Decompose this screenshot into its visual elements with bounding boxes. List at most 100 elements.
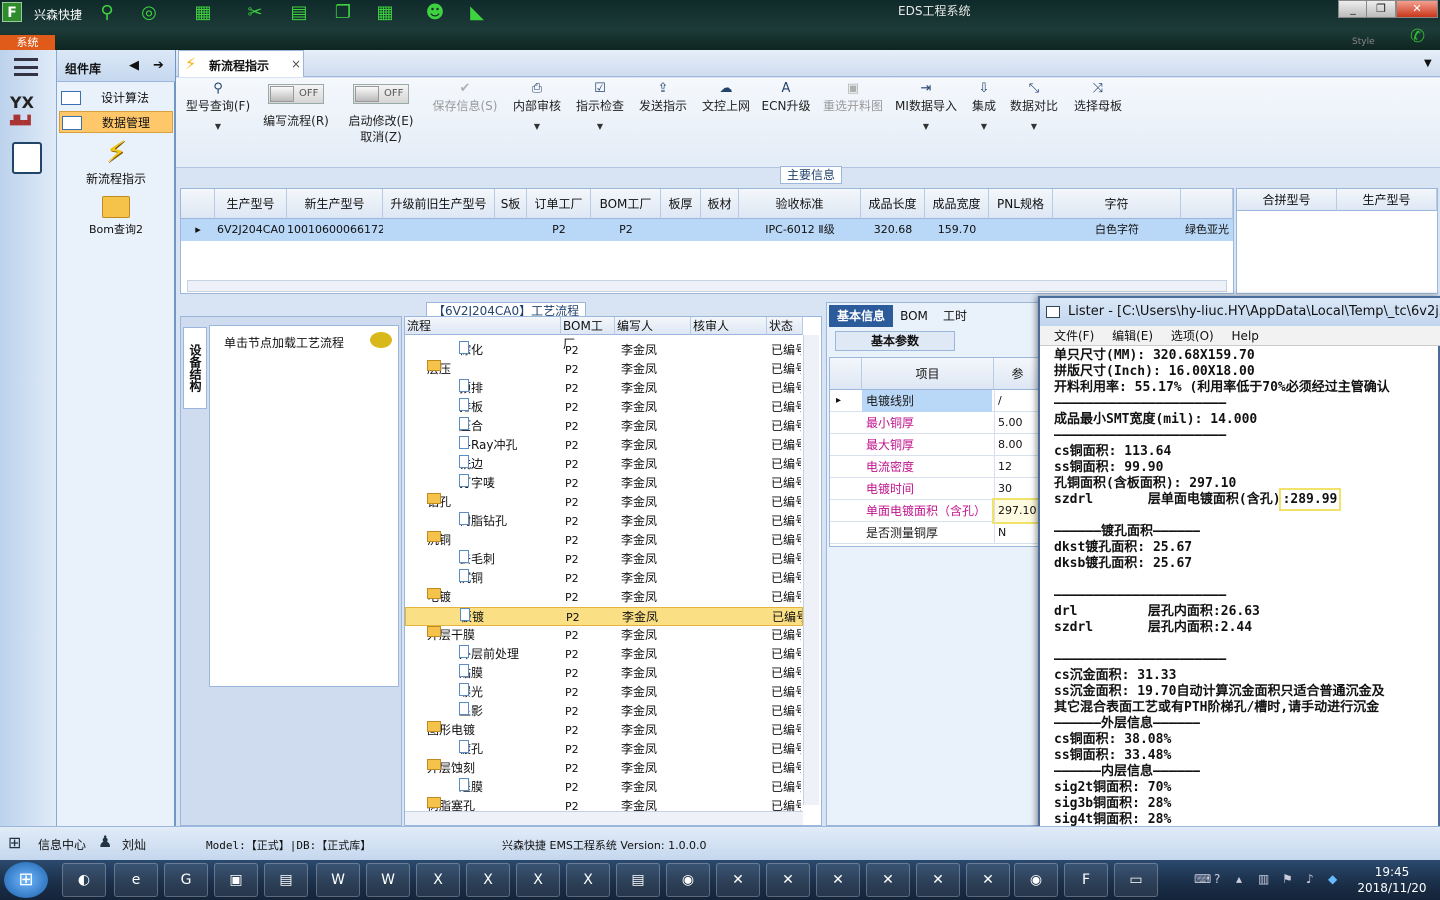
phone-icon[interactable]: ✆ [1410, 26, 1425, 47]
eye-app-icon[interactable]: ◉ [1014, 863, 1058, 897]
tab-close-icon[interactable]: × [291, 57, 301, 71]
excel-icon[interactable]: X [416, 863, 460, 897]
word-icon[interactable]: W [316, 863, 360, 897]
tray-expand-icon[interactable]: ▴ [1236, 872, 1242, 886]
minimize-button[interactable]: _ [1338, 0, 1368, 18]
col-header[interactable]: 核审人 [691, 317, 767, 335]
copy-icon[interactable]: ❐ [332, 3, 354, 23]
cad-app-icon[interactable]: ✕ [766, 863, 810, 897]
excel-icon[interactable]: X [566, 863, 610, 897]
cad-app-icon[interactable]: ✕ [816, 863, 860, 897]
tray-flag-icon[interactable]: ⚑ [1282, 872, 1293, 886]
close-button[interactable]: ✕ [1396, 0, 1438, 18]
windows-grid-icon[interactable]: ⊞ [8, 833, 21, 852]
table-cell[interactable] [383, 219, 495, 241]
param-value[interactable]: 8.00 [994, 434, 1044, 456]
col-header[interactable]: 项目 [862, 358, 994, 390]
col-header[interactable]: 验收标准 [739, 189, 861, 219]
col-header[interactable]: BOM工厂 [561, 317, 615, 351]
pin-icon[interactable]: ➔ [153, 58, 164, 73]
flow-tree-row[interactable]: 外层前处理 P2 李金凤 已编号 [405, 645, 803, 664]
user-icon[interactable]: ☻ [424, 3, 446, 23]
scissors-icon[interactable]: ✂ [244, 3, 266, 23]
g-app-icon[interactable]: G [164, 863, 208, 897]
grid-icon[interactable]: ▦ [374, 3, 396, 23]
horizontal-scrollbar[interactable] [405, 811, 803, 825]
table-cell[interactable] [495, 219, 527, 241]
menu-options[interactable]: 选项(O) [1171, 329, 1214, 343]
param-row[interactable]: 最小铜厚 5.00 [830, 412, 1042, 434]
col-header[interactable]: 参 [994, 358, 1042, 390]
integrate-button[interactable]: ⇩ 集成 ▼ [966, 80, 1002, 166]
save-info-button[interactable]: ✔ 保存信息(S) [428, 80, 502, 166]
excel-icon[interactable]: X [466, 863, 510, 897]
table-cell[interactable]: P2 [591, 219, 661, 241]
table-cell[interactable]: 绿色亚光 [1181, 219, 1233, 241]
bom-query-shortcut[interactable]: Bom查询2 [57, 192, 175, 237]
col-header[interactable]: 编写人 [615, 317, 691, 335]
menu-file[interactable]: 文件(F) [1054, 329, 1094, 343]
toggle-switch[interactable]: OFF [268, 84, 324, 104]
lister-app-icon[interactable]: ▭ [1114, 863, 1158, 897]
table-cell[interactable]: 白色字符 [1053, 219, 1181, 241]
ecn-upgrade-button[interactable]: A ECN升级 [760, 80, 812, 166]
table-cell[interactable]: 159.70 [925, 219, 989, 241]
structure-side-tab[interactable]: 设备结构 [183, 327, 207, 409]
tab-bom[interactable]: BOM [899, 305, 929, 327]
param-row[interactable]: 电流密度 12 [830, 456, 1042, 478]
maximize-button[interactable]: ❐ [1366, 0, 1396, 18]
save-app-icon[interactable]: ▣ [214, 863, 258, 897]
style-label[interactable]: Style [1352, 37, 1375, 47]
lib-item-data-management[interactable]: 数据管理 [59, 111, 173, 133]
flow-tree-row[interactable]: 沉铜 P2 李金凤 已编号 [405, 569, 803, 588]
flow-tree-row[interactable]: −电镀 P2 李金凤 已编号 [405, 588, 803, 607]
shell-app-icon[interactable]: ◐ [62, 863, 106, 897]
param-value[interactable]: N [994, 522, 1044, 544]
flow-tree-row[interactable]: 板镀 P2 李金凤 已编号 [405, 607, 803, 626]
col-header[interactable]: BOM工厂 [591, 189, 661, 219]
start-button[interactable]: ⊞ [4, 862, 48, 898]
tray-help-icon[interactable]: ? [1214, 872, 1220, 886]
pdf-icon[interactable]: ▤ [616, 863, 660, 897]
col-header[interactable]: 状态 [767, 317, 803, 335]
cad-app-icon[interactable]: ✕ [716, 863, 760, 897]
col-header[interactable]: 生产型号 [1337, 189, 1437, 211]
taskbar-clock[interactable]: 19:45 2018/11/20 [1350, 864, 1434, 896]
reselect-cut-button[interactable]: ▣ 重选开料图 [820, 80, 886, 166]
scanner-icon[interactable]: ▤ [264, 863, 308, 897]
flow-tree-row[interactable]: 压合 P2 李金凤 已编号 [405, 417, 803, 436]
flow-tree-row[interactable]: −层压 P2 李金凤 已编号 [405, 360, 803, 379]
col-header[interactable]: 订单工厂 [527, 189, 591, 219]
flow-tree-row[interactable]: −外层干膜 P2 李金凤 已编号 [405, 626, 803, 645]
chart-icon[interactable]: ◣ [466, 3, 488, 23]
menu-edit[interactable]: 编辑(E) [1112, 329, 1153, 343]
menu-icon[interactable] [14, 58, 38, 76]
horizontal-scrollbar[interactable] [187, 280, 1227, 292]
send-instruction-button[interactable]: ⇪ 发送指示 [636, 80, 690, 166]
col-header[interactable]: 新生产型号 [287, 189, 383, 219]
word-icon[interactable]: W [366, 863, 410, 897]
tab-new-flow[interactable]: ⚡ 新流程指示 × [178, 50, 304, 77]
col-header[interactable]: 生产型号 [215, 189, 287, 219]
yx-app-icon[interactable]: YX ▟▙▟ [10, 94, 44, 130]
type-query-button[interactable]: ⚲ 型号查询(F) ▼ [182, 80, 254, 166]
edit-flow-toggle[interactable]: OFF 编写流程(R) [260, 80, 332, 166]
film-icon[interactable]: ▤ [288, 3, 310, 23]
col-header[interactable]: 流程 [405, 317, 561, 335]
cad-app-icon[interactable]: ✕ [866, 863, 910, 897]
tray-volume-icon[interactable]: ♪ [1306, 872, 1314, 886]
tab-basic-params[interactable]: 基本参数 [835, 331, 955, 351]
flow-tree-row[interactable]: 贴膜 P2 李金凤 已编号 [405, 664, 803, 683]
col-header[interactable]: 成品长度 [861, 189, 925, 219]
param-value[interactable]: 12 [994, 456, 1044, 478]
col-header[interactable]: 合拼型号 [1237, 189, 1337, 211]
doc-control-online-button[interactable]: ☁ 文控上网 [698, 80, 754, 166]
flow-tree-row[interactable]: 镀孔 P2 李金凤 已编号 [405, 740, 803, 759]
table-cell[interactable]: 6V2J204CA0 [215, 219, 287, 241]
ie-icon[interactable]: e [114, 863, 158, 897]
flow-tree-row[interactable]: 打字唛 P2 李金凤 已编号 [405, 474, 803, 493]
cad-app-icon[interactable]: ✕ [966, 863, 1010, 897]
param-value[interactable]: 5.00 [994, 412, 1044, 434]
vertical-scrollbar[interactable] [803, 335, 819, 805]
param-row[interactable]: ▸ 电镀线别 / [830, 390, 1042, 412]
